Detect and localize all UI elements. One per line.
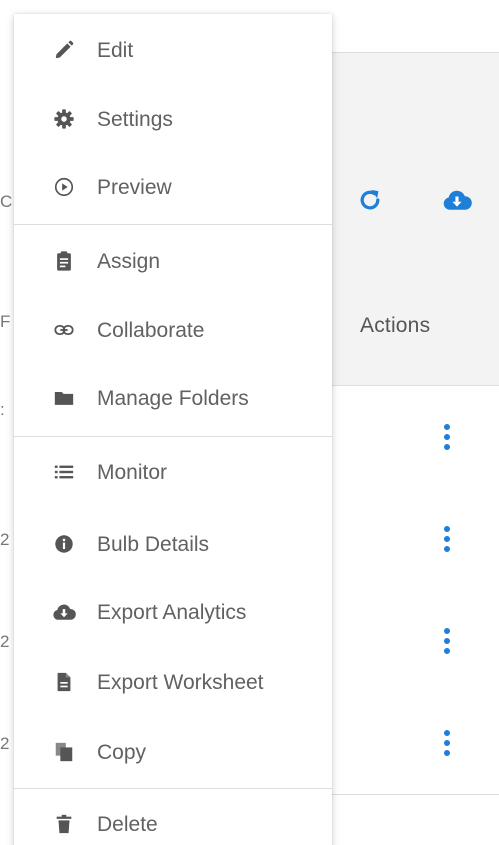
- menu-item-label: Preview: [97, 176, 172, 199]
- link-icon: [50, 316, 78, 344]
- table-row: [330, 692, 499, 795]
- table-row: [330, 488, 499, 591]
- more-actions-icon[interactable]: [439, 726, 455, 760]
- cell-fragment: F: [0, 312, 11, 331]
- menu-item-settings[interactable]: Settings: [14, 91, 332, 149]
- menu-item-monitor[interactable]: Monitor: [14, 444, 332, 502]
- actions-column-header: Actions: [360, 314, 431, 337]
- cloud-download-icon[interactable]: [442, 185, 472, 215]
- menu-divider: [14, 788, 332, 789]
- trash-icon: [50, 810, 78, 838]
- gear-icon: [50, 105, 78, 133]
- clipboard-icon: [50, 247, 78, 275]
- cell-fragment: :: [0, 400, 5, 419]
- menu-item-label: Edit: [97, 39, 134, 62]
- context-menu: Edit Settings Preview Assign Collaborate…: [14, 14, 332, 845]
- play-circle-icon: [50, 173, 78, 201]
- menu-item-label: Export Analytics: [97, 601, 247, 624]
- menu-divider: [14, 224, 332, 225]
- menu-item-label: Copy: [97, 741, 147, 764]
- table-row: [330, 590, 499, 693]
- more-actions-icon[interactable]: [439, 420, 455, 454]
- menu-item-label: Delete: [97, 813, 158, 836]
- menu-item-copy[interactable]: Copy: [14, 724, 332, 782]
- menu-item-label: Export Worksheet: [97, 671, 264, 694]
- table-row: [330, 385, 499, 489]
- file-icon: [50, 668, 78, 696]
- menu-item-label: Bulb Details: [97, 533, 210, 556]
- menu-item-manage-folders[interactable]: Manage Folders: [14, 370, 332, 428]
- menu-item-delete[interactable]: Delete: [14, 796, 332, 845]
- menu-item-label: Manage Folders: [97, 387, 249, 410]
- cell-fragment: 2: [0, 632, 10, 651]
- menu-item-label: Collaborate: [97, 319, 205, 342]
- pencil-icon: [50, 36, 78, 64]
- menu-item-label: Monitor: [97, 461, 168, 484]
- folder-icon: [50, 384, 78, 412]
- menu-item-label: Assign: [97, 250, 161, 273]
- more-actions-icon[interactable]: [439, 624, 455, 658]
- menu-divider: [14, 436, 332, 437]
- app-screen: Actions C F : 2 2 2 Edit Settings Previe…: [0, 0, 499, 845]
- cloud-download-icon: [50, 598, 78, 626]
- menu-item-bulb-details[interactable]: Bulb Details: [14, 516, 332, 574]
- cell-fragment: C: [0, 192, 13, 211]
- more-actions-icon[interactable]: [439, 522, 455, 556]
- cell-fragment: 2: [0, 734, 10, 753]
- menu-item-export-worksheet[interactable]: Export Worksheet: [14, 654, 332, 712]
- menu-item-label: Settings: [97, 108, 173, 131]
- menu-item-collaborate[interactable]: Collaborate: [14, 302, 332, 360]
- copy-icon: [50, 738, 78, 766]
- cell-fragment: 2: [0, 530, 10, 549]
- menu-item-edit[interactable]: Edit: [14, 22, 332, 80]
- menu-item-assign[interactable]: Assign: [14, 233, 332, 291]
- menu-item-export-analytics[interactable]: Export Analytics: [14, 584, 332, 642]
- list-icon: [50, 458, 78, 486]
- refresh-icon[interactable]: [355, 185, 385, 215]
- info-icon: [50, 530, 78, 558]
- menu-item-preview[interactable]: Preview: [14, 159, 332, 217]
